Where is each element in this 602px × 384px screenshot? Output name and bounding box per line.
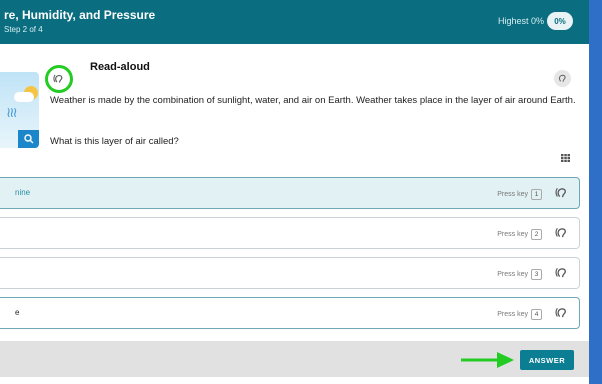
press-key-hint: Press key 3 bbox=[497, 269, 542, 280]
readaloud-label: Read-aloud bbox=[90, 61, 150, 73]
ear-icon[interactable] bbox=[555, 306, 569, 320]
press-key-label: Press key bbox=[497, 311, 528, 318]
answer-option-2[interactable]: Press key 2 bbox=[0, 217, 580, 249]
app-window: re, Humidity, and Pressure Step 2 of 4 H… bbox=[0, 0, 589, 384]
answer-option-3[interactable]: Press key 3 bbox=[0, 257, 580, 289]
arrow-annotation-icon bbox=[461, 352, 514, 368]
press-key-label: Press key bbox=[497, 231, 528, 238]
press-key-label: Press key bbox=[497, 191, 528, 198]
cloud-graphic bbox=[14, 92, 34, 102]
step-indicator: Step 2 of 4 bbox=[4, 25, 43, 34]
lesson-title: re, Humidity, and Pressure bbox=[4, 8, 156, 22]
ear-icon[interactable] bbox=[555, 266, 569, 280]
key-badge: 3 bbox=[531, 269, 542, 280]
press-key-hint: Press key 1 bbox=[497, 189, 542, 200]
answer-option-4[interactable]: e Press key 4 bbox=[0, 297, 580, 329]
press-key-hint: Press key 4 bbox=[497, 309, 542, 320]
zoom-icon[interactable] bbox=[18, 130, 39, 148]
passage-text: Weather is made by the combination of su… bbox=[50, 95, 576, 106]
score-pill: 0% bbox=[547, 12, 573, 30]
key-badge: 2 bbox=[531, 229, 542, 240]
ear-icon[interactable] bbox=[555, 226, 569, 240]
question-text: What is this layer of air called? bbox=[50, 136, 179, 147]
answer-option-1[interactable]: nine Press key 1 bbox=[0, 177, 580, 209]
press-key-hint: Press key 2 bbox=[497, 229, 542, 240]
option-text: nine bbox=[15, 188, 31, 197]
option-text: e bbox=[15, 308, 20, 317]
header-bar: re, Humidity, and Pressure Step 2 of 4 H… bbox=[0, 0, 589, 44]
ear-icon[interactable] bbox=[555, 186, 569, 200]
key-badge: 4 bbox=[531, 309, 542, 320]
ear-settings-icon[interactable] bbox=[554, 70, 571, 87]
answer-button[interactable]: ANSWER bbox=[520, 350, 574, 370]
wind-graphic: ≀≀≀ bbox=[6, 104, 18, 120]
press-key-label: Press key bbox=[497, 271, 528, 278]
highest-score-label: Highest 0% bbox=[497, 16, 544, 26]
passage-image[interactable]: ≀≀≀ bbox=[0, 72, 39, 148]
grid-icon[interactable] bbox=[561, 154, 570, 162]
key-badge: 1 bbox=[531, 189, 542, 200]
ear-icon[interactable] bbox=[45, 65, 73, 93]
